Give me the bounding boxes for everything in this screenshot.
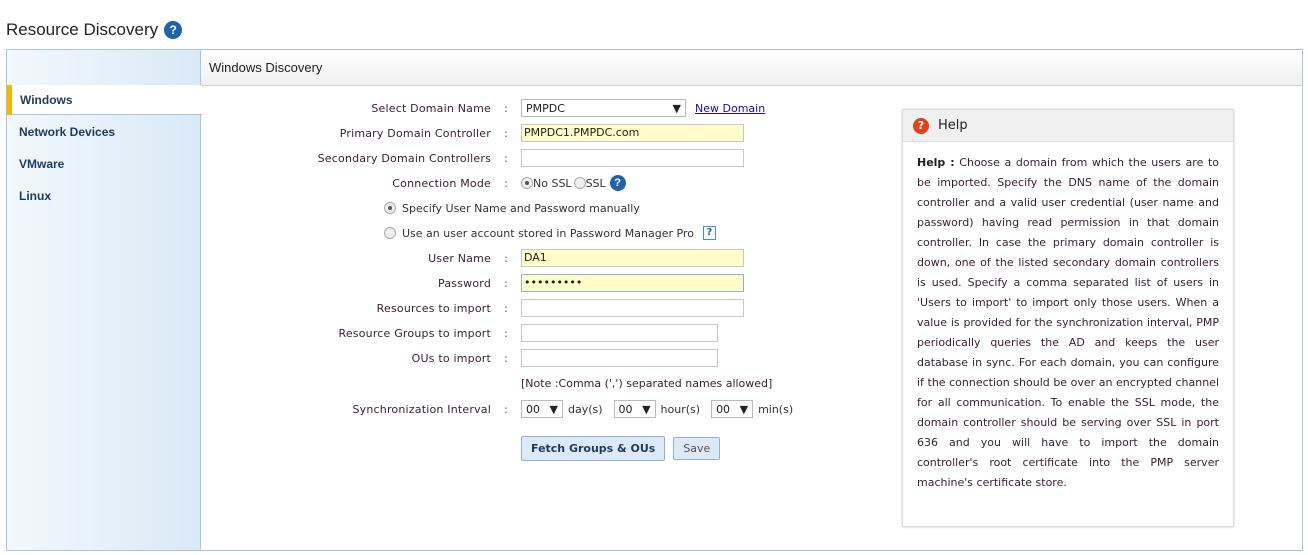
domain-row: Select Domain Name: PMPDC ▼ New Domain	[300, 98, 765, 118]
groups-label: Resource Groups to import	[338, 326, 491, 340]
ssl-label: SSL	[585, 176, 606, 190]
connection-label: Connection Mode	[392, 176, 491, 190]
password-label: Password	[438, 276, 491, 290]
stored-option-label: Use an user account stored in Password M…	[402, 226, 694, 240]
ssl-radio[interactable]	[573, 177, 586, 189]
colon: :	[504, 251, 508, 265]
page-title: Resource Discovery?	[6, 20, 183, 40]
help-body: Help : Choose a domain from which the us…	[903, 142, 1233, 493]
primary-row: Primary Domain Controller: PMPDC1.PMPDC.…	[300, 123, 744, 143]
connection-row: Connection Mode: No SSL SSL ?	[300, 173, 626, 193]
groups-row: Resource Groups to import:	[300, 323, 718, 343]
colon: :	[504, 402, 508, 416]
resource-groups-input[interactable]	[521, 324, 718, 342]
username-label: User Name	[428, 251, 491, 265]
help-header: ? Help	[903, 110, 1233, 142]
sidebar-item-linux[interactable]: Linux	[7, 181, 200, 211]
resources-label: Resources to import	[376, 301, 491, 315]
mins-value: 00	[716, 402, 731, 416]
help-title: Help	[938, 118, 968, 133]
resources-row: Resources to import:	[300, 298, 744, 318]
colon: :	[504, 301, 508, 315]
secondary-label: Secondary Domain Controllers	[317, 151, 491, 165]
primary-dc-input[interactable]: PMPDC1.PMPDC.com	[521, 124, 744, 142]
save-button[interactable]: Save	[673, 437, 721, 460]
ous-input[interactable]	[521, 349, 718, 367]
hours-value: 00	[618, 402, 633, 416]
secondary-dc-input[interactable]	[521, 149, 744, 167]
colon: :	[504, 326, 508, 340]
password-input[interactable]: •••••••••	[521, 274, 744, 292]
stored-help-icon[interactable]: ?	[702, 226, 716, 240]
no-ssl-label: No SSL	[533, 176, 572, 190]
sidebar-item-vmware[interactable]: VMware	[7, 149, 200, 179]
help-icon[interactable]: ?	[164, 21, 183, 39]
domain-label: Select Domain Name	[371, 101, 491, 115]
ous-row: OUs to import:	[300, 348, 718, 368]
password-row: Password: •••••••••	[300, 273, 744, 293]
question-icon: ?	[913, 117, 929, 134]
colon: :	[504, 101, 508, 115]
chevron-down-icon: ▼	[642, 402, 651, 416]
days-value: 00	[526, 402, 540, 416]
hours-select[interactable]: 00 ▼	[613, 400, 656, 418]
fetch-groups-button[interactable]: Fetch Groups & OUs	[521, 436, 666, 461]
help-lead: Help :	[917, 156, 955, 169]
resources-input[interactable]	[521, 299, 744, 317]
ous-label: OUs to import	[411, 351, 491, 365]
days-unit: day(s)	[568, 402, 603, 416]
colon: :	[504, 151, 508, 165]
new-domain-link[interactable]: New Domain	[695, 102, 765, 115]
note: [Note :Comma (',') separated names allow…	[521, 376, 773, 390]
sync-label: Synchronization Interval	[352, 402, 491, 416]
panel-title: Windows Discovery	[201, 50, 1302, 86]
ssl-help-icon[interactable]: ?	[609, 175, 626, 191]
colon: :	[504, 176, 508, 190]
sync-row: Synchronization Interval: 00 ▼ day(s) 00 ▼…	[300, 399, 793, 419]
manual-option-label: Specify User Name and Password manually	[402, 201, 640, 215]
colon: :	[504, 126, 508, 140]
no-ssl-radio[interactable]	[521, 177, 533, 189]
stored-option-row: Use an user account stored in Password M…	[384, 223, 716, 243]
username-input[interactable]: DA1	[521, 249, 744, 267]
hours-unit: hour(s)	[660, 402, 701, 416]
stored-radio[interactable]	[384, 227, 396, 239]
help-panel: ? Help Help : Choose a domain from which …	[902, 109, 1234, 527]
manual-radio[interactable]	[384, 202, 396, 214]
sidebar-item-windows[interactable]: Windows	[7, 85, 202, 115]
mins-unit: min(s)	[758, 402, 794, 416]
days-select[interactable]: 00 ▼	[521, 400, 563, 418]
mins-select[interactable]: 00 ▼	[711, 400, 754, 418]
page-title-text: Resource Discovery	[6, 20, 159, 39]
chevron-down-icon: ▼	[549, 402, 558, 416]
sidebar: Windows Network Devices VMware Linux	[7, 50, 202, 550]
primary-label: Primary Domain Controller	[339, 126, 491, 140]
button-row: Fetch Groups & OUs Save	[521, 436, 728, 461]
help-text: Choose a domain from which the users are…	[917, 156, 1220, 489]
domain-value: PMPDC	[526, 101, 565, 115]
chevron-down-icon: ▼	[739, 402, 749, 416]
domain-select[interactable]: PMPDC ▼	[521, 99, 686, 117]
secondary-row: Secondary Domain Controllers:	[300, 148, 744, 168]
sidebar-item-network-devices[interactable]: Network Devices	[7, 117, 200, 147]
colon: :	[504, 351, 508, 365]
username-row: User Name: DA1	[300, 248, 744, 268]
colon: :	[504, 276, 508, 290]
manual-option-row: Specify User Name and Password manually	[384, 198, 640, 218]
chevron-down-icon: ▼	[672, 101, 681, 115]
